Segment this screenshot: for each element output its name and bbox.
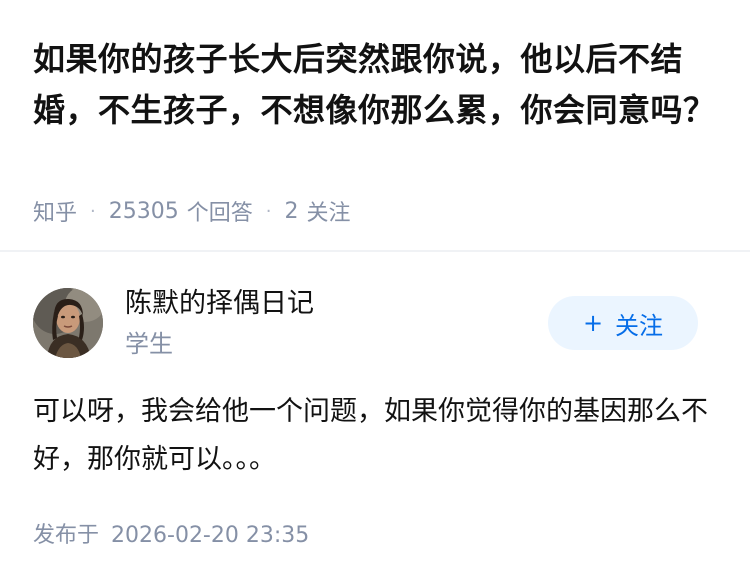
- avatar[interactable]: [33, 288, 103, 358]
- avatar-image: [33, 288, 103, 358]
- meta-separator: ·: [265, 200, 272, 222]
- follow-button[interactable]: + 关注: [548, 296, 698, 350]
- answer-author: 陈默的择偶日记 学生 + 关注: [33, 286, 703, 360]
- follow-button-label: 关注: [615, 311, 664, 340]
- plus-icon: +: [582, 309, 604, 337]
- meta-separator: ·: [90, 200, 96, 222]
- author-name[interactable]: 陈默的择偶日记: [125, 286, 314, 322]
- follow-count: 2: [284, 198, 299, 224]
- source-label[interactable]: 知乎: [33, 195, 77, 227]
- publish-time: 2026-02-20 23:35: [111, 523, 310, 548]
- answer-content[interactable]: 可以呀，我会给他一个问题，如果你觉得你的基因那么不好，那你就可以。。。: [33, 388, 713, 484]
- publish-label: 发布于: [33, 523, 100, 548]
- publish-info: 发布于 2026-02-20 23:35: [33, 520, 309, 552]
- follow-count-unit[interactable]: 关注: [307, 195, 351, 227]
- section-divider: [0, 250, 750, 252]
- question-meta: 知乎 · 25305 个回答 · 2 关注: [33, 195, 351, 227]
- answer-count-unit[interactable]: 个回答: [187, 195, 253, 227]
- question-title[interactable]: 如果你的孩子长大后突然跟你说，他以后不结婚，不生孩子，不想像你那么累，你会同意吗…: [33, 34, 723, 136]
- question-header: 如果你的孩子长大后突然跟你说，他以后不结婚，不生孩子，不想像你那么累，你会同意吗…: [0, 0, 750, 250]
- author-role: 学生: [125, 330, 173, 358]
- answer-count: 25305: [108, 198, 179, 224]
